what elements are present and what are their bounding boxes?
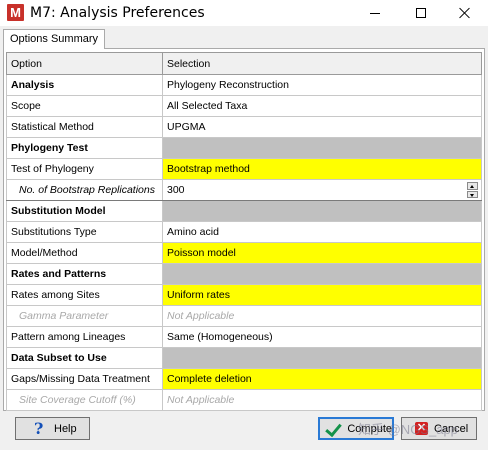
table-row: Model/Method Poisson model <box>6 242 482 264</box>
checkmark-icon <box>325 422 341 436</box>
question-mark-icon: ? <box>34 418 44 438</box>
option-label: Model/Method <box>6 242 163 264</box>
option-label: Pattern among Lineages <box>6 326 163 348</box>
section-label: Data Subset to Use <box>6 347 163 369</box>
cancel-button[interactable]: ✕ Cancel <box>401 417 477 440</box>
option-label: Test of Phylogeny <box>6 158 163 180</box>
selection-value[interactable]: Phylogeny Reconstruction <box>162 74 482 96</box>
compute-button[interactable]: Compute <box>318 417 394 440</box>
option-label: Rates among Sites <box>6 284 163 306</box>
option-label: Site Coverage Cutoff (%) <box>6 389 163 411</box>
selection-value[interactable]: Same (Homogeneous) <box>162 326 482 348</box>
section-fill <box>162 263 482 285</box>
option-label: Scope <box>6 95 163 117</box>
tab-options-summary[interactable]: Options Summary <box>3 29 106 49</box>
column-header-option[interactable]: Option <box>6 52 163 75</box>
section-row: Phylogeny Test <box>6 137 482 159</box>
minimize-button[interactable] <box>352 0 398 26</box>
spin-down-icon[interactable] <box>467 190 478 198</box>
selection-dropdown[interactable]: Complete deletion <box>162 368 482 390</box>
spin-up-icon[interactable] <box>467 182 478 190</box>
spinner-value[interactable]: 300 <box>167 184 185 196</box>
option-label: Gamma Parameter <box>6 305 163 327</box>
table-row: Site Coverage Cutoff (%) Not Applicable <box>6 389 482 411</box>
table-row: Statistical Method UPGMA <box>6 116 482 138</box>
section-label: Rates and Patterns <box>6 263 163 285</box>
mega-app-icon: M <box>7 4 24 21</box>
selection-value: Not Applicable <box>162 389 482 411</box>
table-row: Rates among Sites Uniform rates <box>6 284 482 306</box>
section-row: Rates and Patterns <box>6 263 482 285</box>
table-row: Gaps/Missing Data Treatment Complete del… <box>6 368 482 390</box>
maximize-button[interactable] <box>398 0 444 26</box>
selection-dropdown[interactable]: Poisson model <box>162 242 482 264</box>
minimize-icon <box>370 12 380 14</box>
maximize-icon <box>416 8 426 18</box>
help-button[interactable]: ? Help <box>15 417 90 440</box>
table-row: Gamma Parameter Not Applicable <box>6 305 482 327</box>
option-label: Statistical Method <box>6 116 163 138</box>
help-label: Help <box>54 422 77 435</box>
section-label: Phylogeny Test <box>6 137 163 159</box>
option-label: Substitutions Type <box>6 221 163 243</box>
section-row: Substitution Model <box>6 200 482 222</box>
title-bar: M M7: Analysis Preferences <box>0 0 488 26</box>
section-fill <box>162 137 482 159</box>
grid-header-row: Option Selection <box>6 52 482 75</box>
compute-label: Compute <box>347 422 392 435</box>
column-header-selection[interactable]: Selection <box>162 52 482 75</box>
selection-dropdown[interactable]: Uniform rates <box>162 284 482 306</box>
table-row: Scope All Selected Taxa <box>6 95 482 117</box>
close-button[interactable] <box>442 0 488 26</box>
table-row: Test of Phylogeny Bootstrap method <box>6 158 482 180</box>
table-row: Substitutions Type Amino acid <box>6 221 482 243</box>
section-fill <box>162 347 482 369</box>
selection-value[interactable]: UPGMA <box>162 116 482 138</box>
table-row: Pattern among Lineages Same (Homogeneous… <box>6 326 482 348</box>
spinner-buttons <box>467 182 478 198</box>
option-label: Analysis <box>6 74 163 96</box>
selection-dropdown[interactable]: Bootstrap method <box>162 158 482 180</box>
table-row: No. of Bootstrap Replications 300 <box>6 179 482 201</box>
selection-value[interactable]: Amino acid <box>162 221 482 243</box>
options-grid: Option Selection Analysis Phylogeny Reco… <box>6 52 482 411</box>
selection-value[interactable]: All Selected Taxa <box>162 95 482 117</box>
close-icon <box>459 7 471 19</box>
cancel-label: Cancel <box>434 422 469 435</box>
section-label: Substitution Model <box>6 200 163 222</box>
section-fill <box>162 200 482 222</box>
window-title: M7: Analysis Preferences <box>30 5 205 21</box>
table-row: Analysis Phylogeny Reconstruction <box>6 74 482 96</box>
x-icon: ✕ <box>415 422 428 435</box>
option-label: No. of Bootstrap Replications <box>6 179 163 201</box>
section-row: Data Subset to Use <box>6 347 482 369</box>
option-label: Gaps/Missing Data Treatment <box>6 368 163 390</box>
bootstrap-replications-spinner[interactable]: 300 <box>162 179 482 201</box>
selection-value: Not Applicable <box>162 305 482 327</box>
